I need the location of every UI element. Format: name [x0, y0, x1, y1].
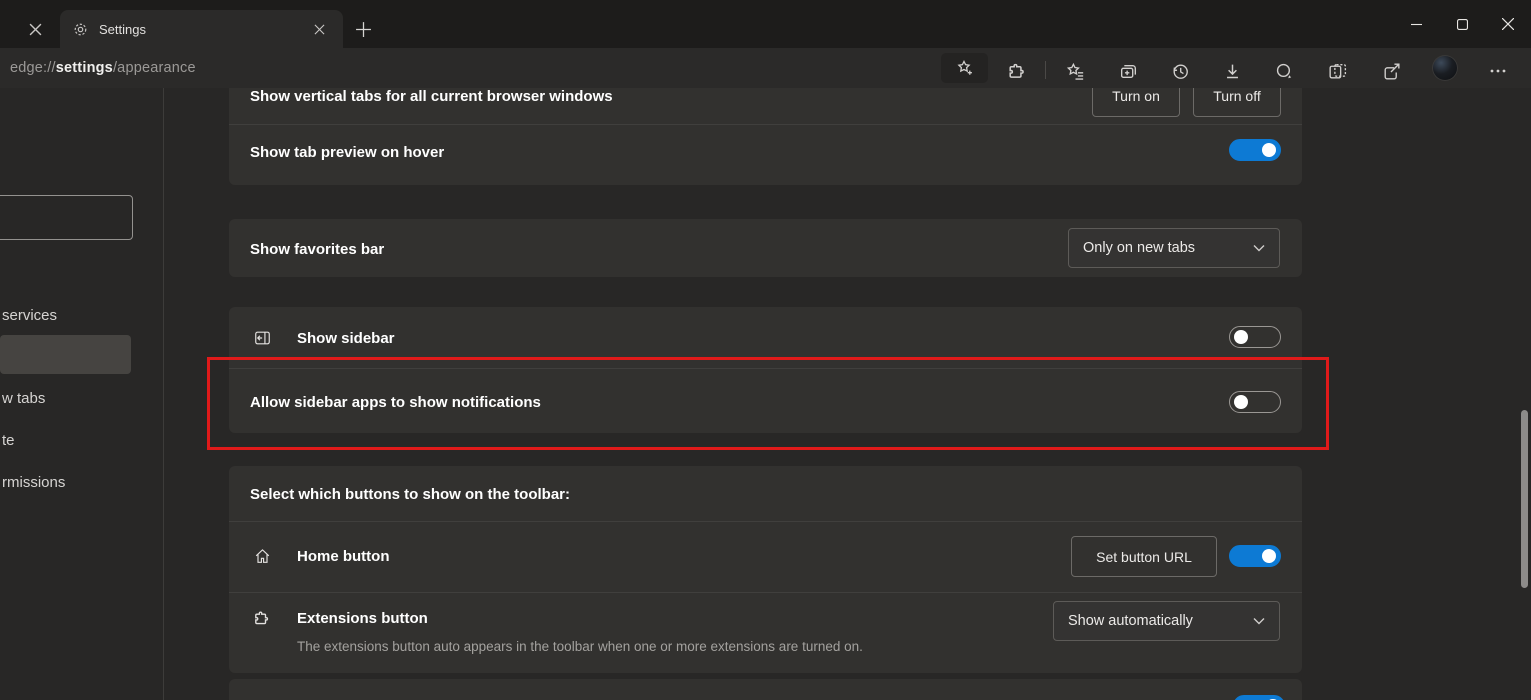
tab-strip: Settings [0, 0, 1531, 48]
toggle-knob [1262, 549, 1276, 563]
home-button-toggle[interactable] [1229, 545, 1281, 567]
url-host: settings [56, 60, 113, 76]
favorites-bar-dropdown[interactable]: Only on new tabs [1068, 228, 1280, 268]
favorites-bar-label: Show favorites bar [250, 241, 384, 258]
row-divider [229, 521, 1302, 522]
dropdown-value: Only on new tabs [1083, 240, 1195, 256]
turn-off-button[interactable]: Turn off [1193, 88, 1281, 117]
sidebar-item-privacy-services[interactable]: services [2, 307, 57, 324]
split-screen-icon[interactable] [1323, 57, 1351, 85]
sidebar-item-start-home-new-tabs[interactable]: w tabs [2, 390, 45, 407]
minimize-button[interactable] [1393, 0, 1439, 48]
sidebar-item-share-copy-paste[interactable]: te [2, 432, 15, 449]
chevron-down-icon [1253, 617, 1265, 625]
add-favorite-icon [955, 58, 975, 78]
partial-row-toggle[interactable] [1233, 695, 1285, 700]
window-controls [1393, 0, 1531, 48]
toolbar-divider [1045, 61, 1046, 79]
url-field[interactable]: edge://settings/appearance [10, 48, 196, 88]
more-menu-icon[interactable] [1484, 57, 1512, 85]
extensions-icon [252, 609, 271, 628]
row-divider [229, 124, 1302, 125]
settings-page: services w tabs te rmissions Show vertic… [0, 88, 1531, 700]
card-favorites-bar: Show favorites bar Only on new tabs [229, 219, 1302, 277]
toggle-knob [1234, 330, 1248, 344]
gear-icon [72, 21, 89, 38]
new-tab-button[interactable] [351, 17, 375, 41]
favorites-hub-icon[interactable] [1061, 57, 1089, 85]
turn-on-button[interactable]: Turn on [1092, 88, 1180, 117]
dropdown-value: Show automatically [1068, 613, 1193, 629]
toggle-knob [1262, 143, 1276, 157]
sidebar-item-cookies-permissions[interactable]: rmissions [2, 474, 65, 491]
card-next-partial [229, 679, 1302, 700]
sidebar-item-appearance[interactable] [0, 335, 131, 374]
show-sidebar-icon [253, 329, 272, 347]
set-button-url-button[interactable]: Set button URL [1071, 536, 1217, 577]
downloads-icon[interactable] [1218, 57, 1246, 85]
extensions-toolbar-icon[interactable] [1002, 57, 1030, 85]
card-toolbar-buttons: Select which buttons to show on the tool… [229, 466, 1302, 673]
profile-avatar[interactable] [1432, 55, 1458, 81]
show-sidebar-toggle[interactable] [1229, 326, 1281, 348]
scrollbar-thumb[interactable] [1521, 410, 1528, 588]
tab-close-icon[interactable] [309, 19, 329, 39]
card-tabs-settings: Show vertical tabs for all current brows… [229, 88, 1302, 185]
home-button-label: Home button [297, 548, 389, 565]
toolbar-section-label: Select which buttons to show on the tool… [250, 486, 570, 503]
history-icon[interactable] [1166, 57, 1194, 85]
browser-window: Settings edge://settings/appearance [0, 0, 1531, 700]
add-favorite-button[interactable] [941, 53, 988, 83]
tab-preview-toggle[interactable] [1229, 139, 1281, 161]
url-path: /appearance [113, 60, 196, 76]
partial-tab-close-icon[interactable] [24, 18, 46, 40]
show-sidebar-label: Show sidebar [297, 330, 395, 347]
chevron-down-icon [1253, 244, 1265, 252]
collections-icon[interactable] [1114, 57, 1142, 85]
home-icon [253, 547, 272, 565]
close-window-button[interactable] [1485, 0, 1531, 48]
sidebar-divider [163, 88, 164, 700]
settings-search-input[interactable] [0, 195, 133, 240]
address-bar: edge://settings/appearance [0, 48, 1531, 88]
tab-settings[interactable]: Settings [60, 10, 343, 48]
extensions-button-label: Extensions button [297, 610, 428, 627]
tab-preview-label: Show tab preview on hover [250, 144, 444, 161]
extensions-button-description: The extensions button auto appears in th… [297, 639, 863, 654]
url-scheme: edge:// [10, 60, 56, 76]
share-icon[interactable] [1377, 57, 1405, 85]
web-capture-icon[interactable] [1270, 57, 1298, 85]
maximize-button[interactable] [1439, 0, 1485, 48]
row-divider [229, 592, 1302, 593]
extensions-button-dropdown[interactable]: Show automatically [1053, 601, 1280, 641]
tab-title: Settings [99, 22, 309, 37]
red-highlight-rectangle [207, 357, 1329, 450]
vertical-tabs-label: Show vertical tabs for all current brows… [250, 88, 613, 105]
